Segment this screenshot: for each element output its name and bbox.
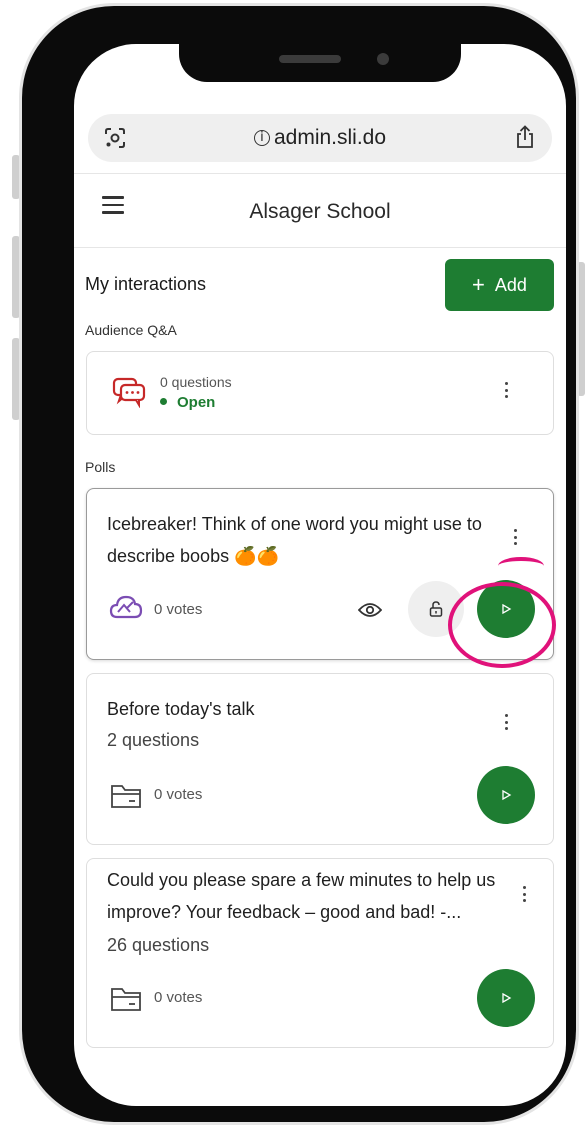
phone-side-button <box>12 338 20 420</box>
front-camera <box>377 53 389 65</box>
poll-question-count: 26 questions <box>107 935 210 955</box>
page-title: My interactions <box>85 274 207 294</box>
votes-count: 0 votes <box>154 786 203 803</box>
more-options-icon[interactable] <box>521 886 527 906</box>
status-dot <box>160 398 167 405</box>
unlock-icon <box>429 601 443 617</box>
chat-bubbles-icon <box>112 377 146 408</box>
section-label-polls: Polls <box>85 459 116 475</box>
poll-card[interactable]: Could you please spare a few minutes to … <box>86 858 554 1048</box>
audience-qa-card[interactable]: 0 questions Open <box>86 351 554 435</box>
poll-card[interactable]: Before today's talk 2 questions 0 votes <box>86 673 554 845</box>
phone-frame: i admin.sli.do Alsager School My interact… <box>22 6 576 1122</box>
folder-icon <box>111 988 141 1011</box>
folder-icon <box>111 785 141 808</box>
more-options-icon[interactable] <box>503 714 509 734</box>
poll-title: Could you please spare a few minutes to … <box>107 870 496 922</box>
site-info-icon[interactable]: i <box>253 130 270 146</box>
divider <box>74 247 566 248</box>
votes-count: 0 votes <box>154 989 203 1006</box>
play-icon <box>502 992 512 1004</box>
more-options-icon[interactable] <box>512 529 518 549</box>
phone-side-button <box>12 155 20 199</box>
word-cloud-icon <box>109 595 143 619</box>
poll-question-count: 2 questions <box>107 730 200 750</box>
present-button[interactable] <box>477 766 535 824</box>
votes-count: 0 votes <box>154 601 203 618</box>
plus-icon: + <box>472 272 485 297</box>
eye-icon[interactable] <box>358 602 382 618</box>
browser-url-bar[interactable]: i admin.sli.do <box>88 114 552 162</box>
url-text[interactable]: i admin.sli.do <box>88 126 552 150</box>
phone-side-button <box>12 236 20 318</box>
poll-title: Before today's talk <box>107 699 255 719</box>
app-title: Alsager School <box>249 200 391 223</box>
section-label-audience-qa: Audience Q&A <box>85 322 177 338</box>
annotation-highlight-stroke <box>498 557 544 575</box>
add-button[interactable]: + Add <box>445 259 554 311</box>
url-label: admin.sli.do <box>273 126 387 149</box>
status-text: Open <box>177 394 216 411</box>
phone-notch <box>179 42 461 82</box>
play-icon <box>502 789 512 801</box>
add-button-label: Add <box>494 275 527 295</box>
present-button[interactable] <box>477 969 535 1027</box>
annotation-highlight-circle <box>448 582 556 668</box>
phone-screen: i admin.sli.do Alsager School My interact… <box>74 44 566 1106</box>
speaker-grille <box>279 55 341 63</box>
poll-title: Icebreaker! Think of one word you might … <box>107 514 482 566</box>
status-badge: Open <box>160 394 215 411</box>
more-options-icon[interactable] <box>503 382 509 402</box>
divider <box>74 173 566 174</box>
questions-count: 0 questions <box>160 374 232 390</box>
phone-side-button <box>577 262 585 396</box>
share-icon[interactable] <box>514 125 536 149</box>
